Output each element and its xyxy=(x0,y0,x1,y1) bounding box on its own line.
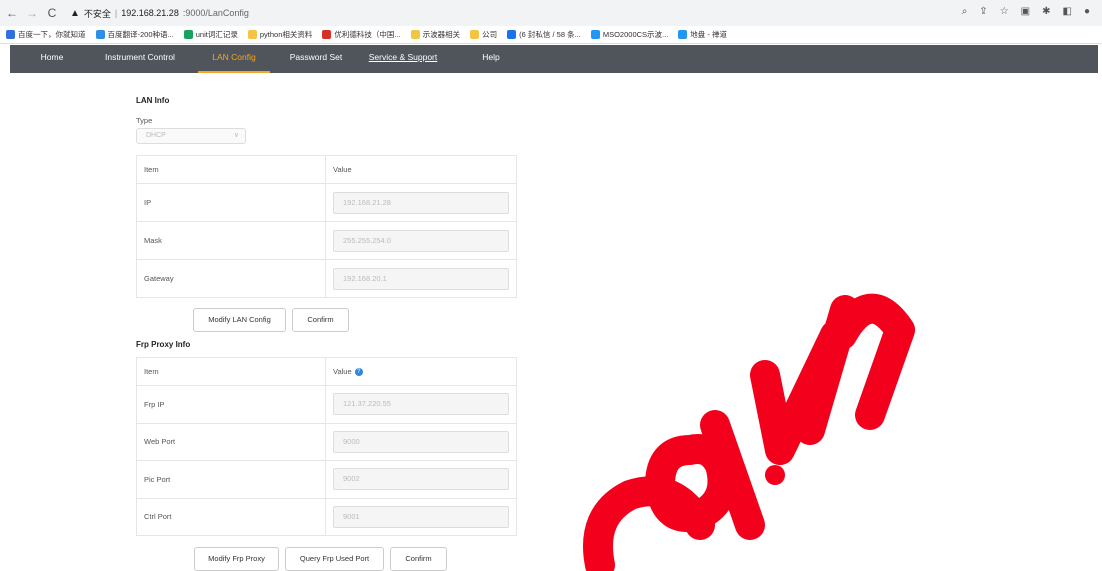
chevron-down-icon: ∨ xyxy=(233,132,239,139)
bookmark-item[interactable]: 地盘 - 禅道 xyxy=(678,29,727,40)
lan-item-mask: Mask xyxy=(136,221,326,260)
bookmarks-bar: 百度一下，你就知道 百度翻译-200种语... unit词汇记录 python相关资料… xyxy=(0,26,1102,44)
frp-item-ctrl-port: Ctrl Port xyxy=(136,497,326,536)
lan-info-title: LAN Info xyxy=(136,96,170,105)
bookmark-label: python相关资料 xyxy=(259,30,313,39)
query-frp-used-port-button[interactable]: Query Frp Used Port xyxy=(285,547,384,571)
address-bar[interactable]: ▲ 不安全 | 192.168.21.28:9000/LanConfig xyxy=(70,7,249,20)
frp-item-pic-port: Pic Port xyxy=(136,460,326,499)
bookmark-label: (6 封私信 / 58 条... xyxy=(519,30,581,39)
modify-frp-proxy-button[interactable]: Modify Frp Proxy xyxy=(194,547,279,571)
bookmark-icon xyxy=(590,30,600,39)
frp-header-value: Value xyxy=(333,366,352,376)
bookmark-icon xyxy=(183,30,193,39)
lan-table: Item Value IP 192.168.21.28 Mask 255.255… xyxy=(136,155,517,298)
back-icon[interactable]: ← xyxy=(4,6,20,20)
share-icon[interactable]: ⇪ xyxy=(979,6,987,17)
forward-icon[interactable]: → xyxy=(24,6,40,20)
nav-service-support[interactable]: Service & Support xyxy=(366,45,440,73)
ip-input[interactable]: 192.168.21.28 xyxy=(333,191,509,214)
nav-service-support-label: Service & Support xyxy=(368,52,438,62)
bookmark-label: MSO2000CS示波... xyxy=(602,30,669,39)
nav-help[interactable]: Help xyxy=(476,45,506,73)
bookmark-label: 示波器相关 xyxy=(422,30,461,39)
help-icon[interactable]: ? xyxy=(354,368,363,376)
bookmark-icon xyxy=(470,30,480,39)
bookmark-item[interactable]: 公司 xyxy=(470,29,497,40)
warning-icon: ▲ xyxy=(70,7,80,19)
puzzle-icon[interactable]: ✱ xyxy=(1042,6,1050,17)
nav-lan-config[interactable]: LAN Config xyxy=(198,45,270,73)
table-row: Pic Port 9002 xyxy=(136,460,517,499)
frp-confirm-button[interactable]: Confirm xyxy=(390,547,447,571)
table-row: Ctrl Port 9001 xyxy=(136,497,517,536)
url-divider: | xyxy=(114,8,118,18)
bookmark-item[interactable]: 百度翻译-200种语... xyxy=(95,29,174,40)
frp-item-web-port: Web Port xyxy=(136,422,326,461)
bookmark-label: unit词汇记录 xyxy=(195,30,238,39)
url-host: 192.168.21.28 xyxy=(121,8,179,18)
browser-actions: ⌕ ⇪ ☆ ▣ ✱ ◧ ● xyxy=(962,6,1090,17)
frp-info-title: Frp Proxy Info xyxy=(136,340,191,349)
reload-icon[interactable]: C xyxy=(44,6,60,20)
frp-ip-input[interactable]: 121.37.220.55 xyxy=(333,393,509,416)
main-nav: Home Instrument Control LAN Config Passw… xyxy=(10,45,1098,73)
nav-home[interactable]: Home xyxy=(30,45,74,73)
zoom-icon[interactable]: ⌕ xyxy=(962,6,968,17)
bookmark-label: 地盘 - 禅道 xyxy=(690,30,727,39)
pic-port-input[interactable]: 9002 xyxy=(333,468,509,491)
type-select[interactable]: DHCP ∨ xyxy=(136,128,246,144)
bookmark-item[interactable]: (6 封私信 / 58 条... xyxy=(507,29,581,40)
bookmark-icon xyxy=(678,30,688,39)
lan-item-ip: IP xyxy=(136,183,326,222)
frp-table: Item Value? Frp IP 121.37.220.55 Web Por… xyxy=(136,357,517,536)
type-label: Type xyxy=(136,116,153,125)
bookmark-item[interactable]: 优利德科技（中国... xyxy=(322,29,401,40)
bookmark-icon xyxy=(507,30,517,39)
bookmark-icon xyxy=(6,30,15,39)
mask-input[interactable]: 255.255.254.0 xyxy=(333,229,509,252)
lan-header-item: Item xyxy=(136,155,326,184)
bookmark-item[interactable]: 示波器相关 xyxy=(410,29,461,40)
bookmark-icon xyxy=(95,30,105,39)
type-select-value: DHCP xyxy=(146,132,166,139)
table-row: Gateway 192.168.20.1 xyxy=(136,259,517,298)
frp-item-ip: Frp IP xyxy=(136,385,326,424)
nav-instrument-control[interactable]: Instrument Control xyxy=(100,45,180,73)
table-row: IP 192.168.21.28 xyxy=(136,183,517,222)
table-row: Frp IP 121.37.220.55 xyxy=(136,385,517,424)
web-port-input[interactable]: 9000 xyxy=(333,430,509,453)
bookmark-icon xyxy=(322,30,332,39)
profile-icon[interactable]: ● xyxy=(1084,6,1090,17)
lan-header-value: Value xyxy=(325,155,517,184)
url-path: :9000/LanConfig xyxy=(182,8,249,18)
bookmark-item[interactable]: python相关资料 xyxy=(247,29,313,40)
bookmark-icon xyxy=(410,30,420,39)
bookmark-item[interactable]: 百度一下，你就知道 xyxy=(6,29,86,40)
security-warning: 不安全 xyxy=(83,8,111,19)
browser-toolbar: ← → C ▲ 不安全 | 192.168.21.28:9000/LanConf… xyxy=(0,0,1102,26)
bookmark-label: 百度一下，你就知道 xyxy=(18,30,86,39)
bookmark-label: 优利德科技（中国... xyxy=(334,30,401,39)
star-icon[interactable]: ☆ xyxy=(1000,6,1009,17)
frp-header-item: Item xyxy=(136,357,326,386)
bookmark-icon xyxy=(247,30,257,39)
bookmark-label: 百度翻译-200种语... xyxy=(107,30,174,39)
ctrl-port-input[interactable]: 9001 xyxy=(333,505,509,528)
nav-password-set[interactable]: Password Set xyxy=(282,45,350,73)
bookmark-label: 公司 xyxy=(482,30,498,39)
bookmark-item[interactable]: MSO2000CS示波... xyxy=(590,29,669,40)
gateway-input[interactable]: 192.168.20.1 xyxy=(333,267,509,290)
frp-header-value-cell: Value? xyxy=(325,357,517,386)
extension-icon[interactable]: ▣ xyxy=(1021,6,1030,17)
lan-item-gateway: Gateway xyxy=(136,259,326,298)
table-row: Web Port 9000 xyxy=(136,422,517,461)
modify-lan-config-button[interactable]: Modify LAN Config xyxy=(193,308,286,332)
lan-confirm-button[interactable]: Confirm xyxy=(292,308,349,332)
sidebar-icon[interactable]: ◧ xyxy=(1063,6,1072,17)
bookmark-item[interactable]: unit词汇记录 xyxy=(183,29,238,40)
table-row: Mask 255.255.254.0 xyxy=(136,221,517,260)
watermark-logo xyxy=(583,293,915,571)
